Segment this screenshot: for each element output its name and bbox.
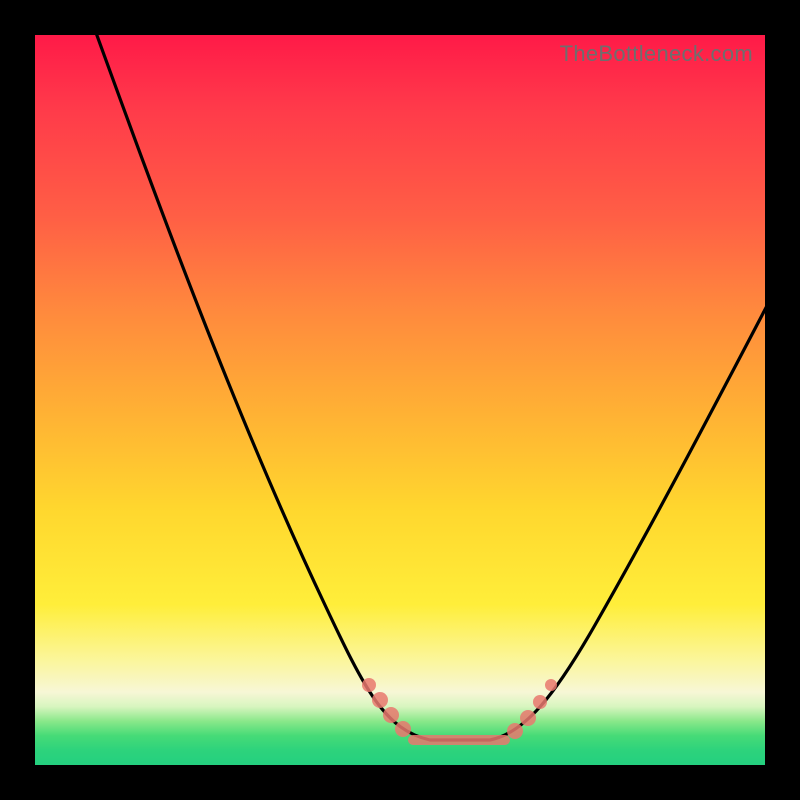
marker-dot <box>395 721 411 737</box>
marker-dot <box>362 678 376 692</box>
marker-dot <box>507 723 523 739</box>
marker-dot <box>545 679 557 691</box>
marker-dot <box>533 695 547 709</box>
chart-frame: TheBottleneck.com <box>0 0 800 800</box>
marker-dot <box>372 692 388 708</box>
curve-path <box>95 30 770 740</box>
marker-dot <box>383 707 399 723</box>
marker-dot <box>520 710 536 726</box>
plot-area: TheBottleneck.com <box>35 35 765 765</box>
bottleneck-curve <box>35 35 765 765</box>
